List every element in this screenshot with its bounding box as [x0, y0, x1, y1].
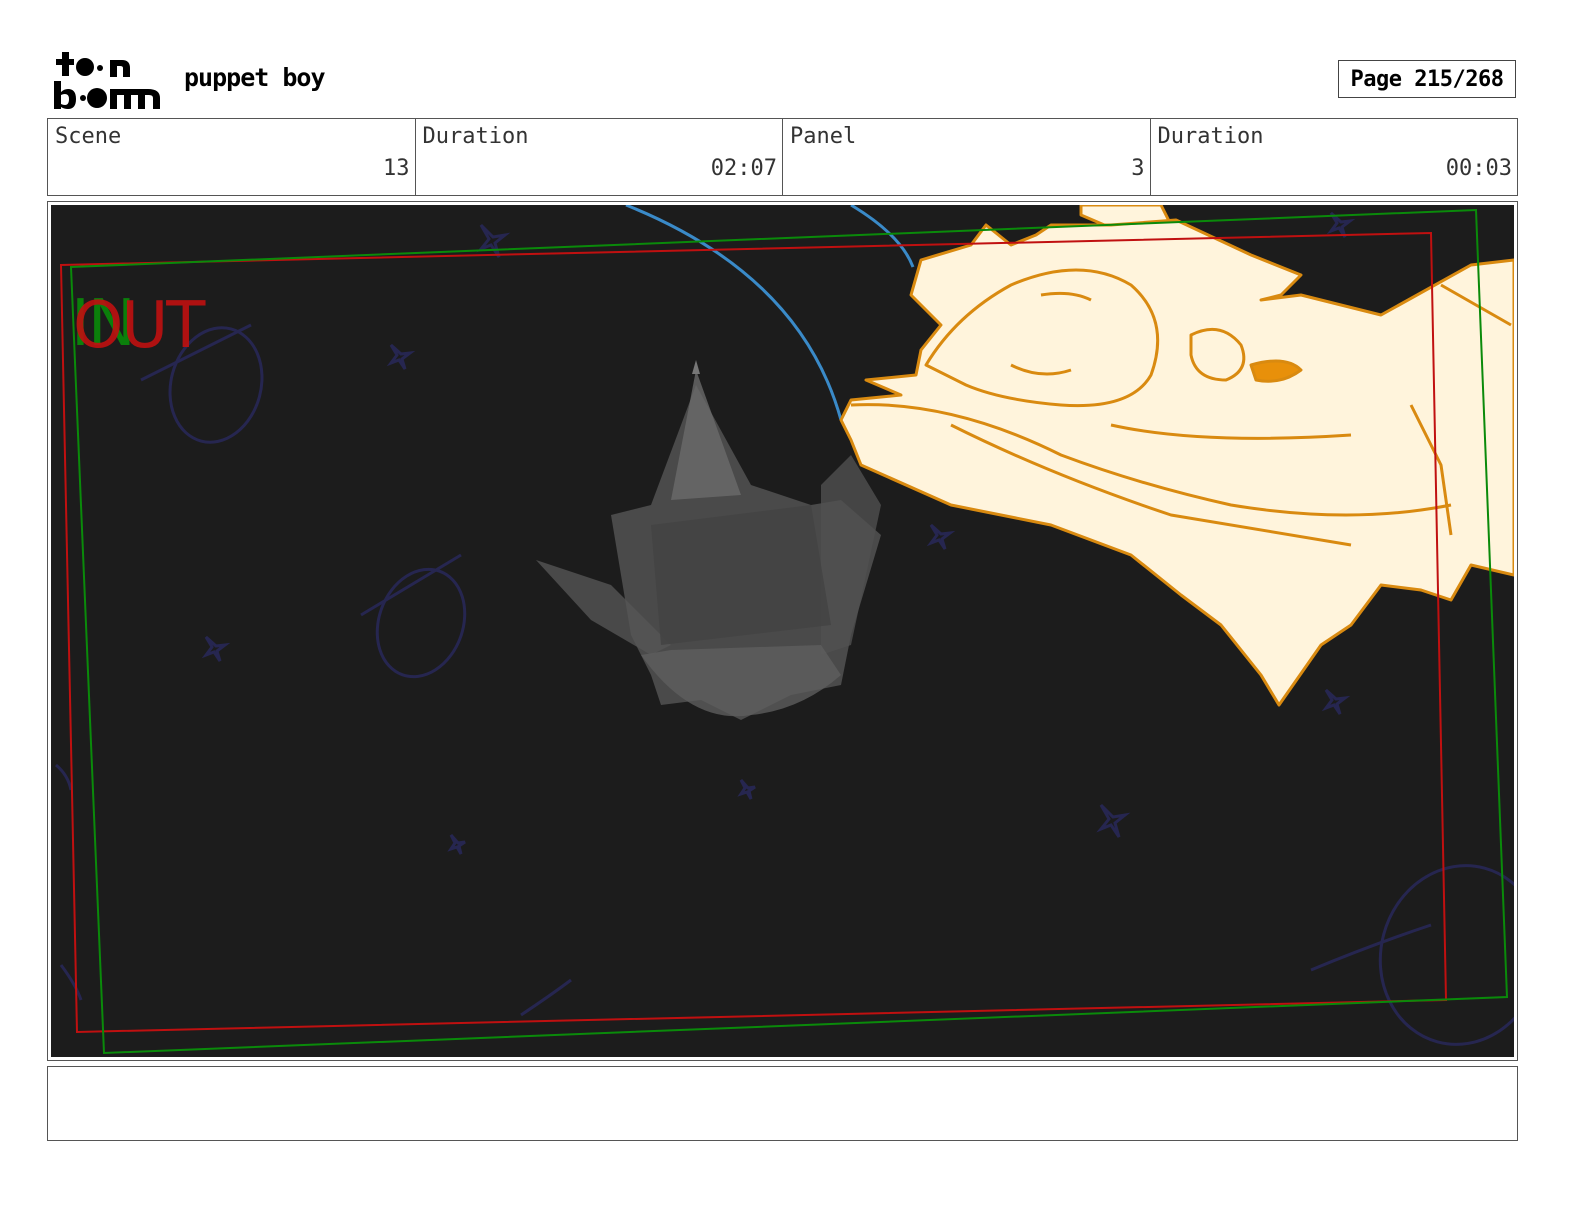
panel-duration-value: 00:03 — [1445, 156, 1512, 181]
page-number: Page 215/268 — [1338, 60, 1516, 98]
scene-value: 13 — [383, 156, 410, 181]
panel-value: 3 — [1131, 156, 1145, 181]
panel-drawing: IN OUT — [55, 205, 1514, 1055]
out-label: OUT — [73, 289, 206, 363]
scene-label: Scene — [55, 124, 122, 149]
blue-arc-lines — [625, 205, 915, 421]
project-title: puppet boy — [184, 63, 326, 92]
panel-duration-cell: Duration 00:03 — [1149, 119, 1518, 195]
castle-silhouette — [536, 360, 881, 720]
scene-cell: Scene 13 — [48, 119, 415, 195]
sleeping-character — [839, 205, 1514, 707]
toon-boom-logo — [52, 50, 164, 112]
panel-cell: Panel 3 — [782, 119, 1150, 195]
scene-duration-label: Duration — [422, 124, 529, 149]
panel-notes-box — [47, 1066, 1518, 1141]
storyboard-panel-image: IN OUT — [51, 205, 1514, 1057]
panel-duration-label: Duration — [1157, 124, 1264, 149]
scene-duration-cell: Duration 02:07 — [414, 119, 783, 195]
info-table: Scene 13 Duration 02:07 Panel 3 Duration… — [47, 118, 1518, 196]
scene-duration-value: 02:07 — [710, 156, 777, 181]
panel-label: Panel — [790, 124, 857, 149]
